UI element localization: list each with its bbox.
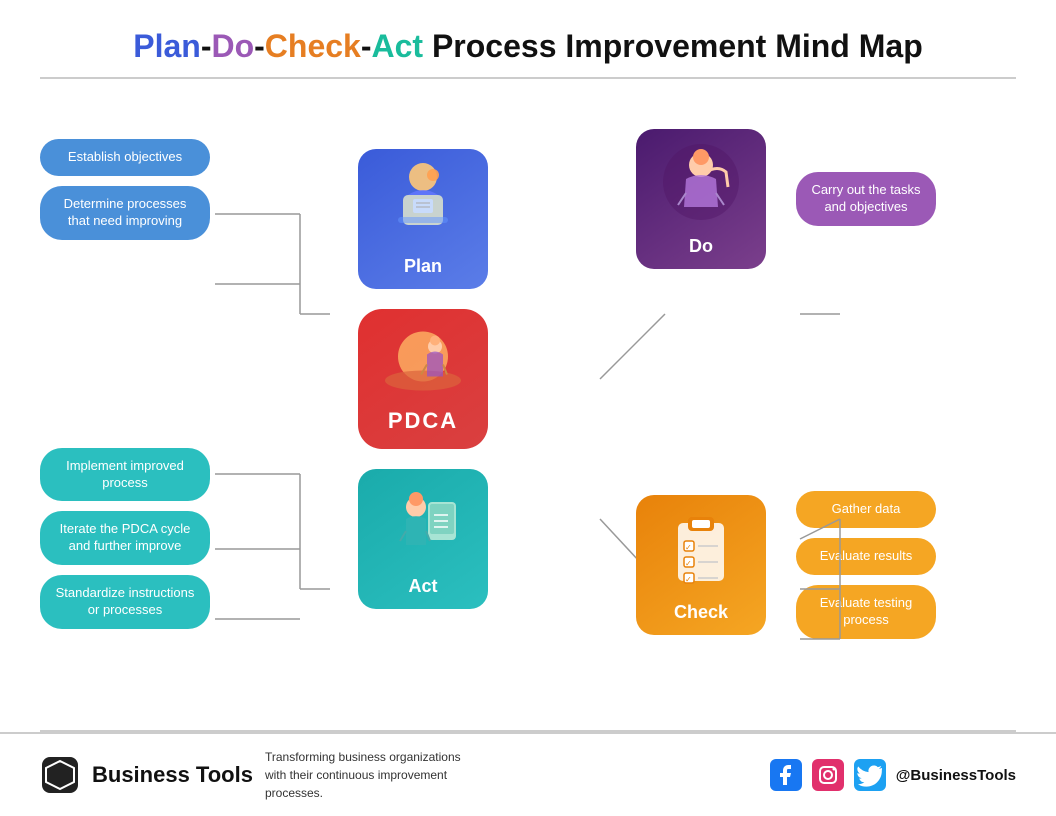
facebook-icon xyxy=(770,759,802,791)
act-nodes: Implement improved process Iterate the P… xyxy=(40,448,210,629)
instagram-icon xyxy=(812,759,844,791)
footer-tagline: Transforming business organizations with… xyxy=(265,748,485,802)
pdca-hub: PDCA xyxy=(358,309,488,449)
right-col: Do Carry out the tasks and objectives xyxy=(636,99,1016,659)
act-card: Act xyxy=(358,469,488,609)
check-illustration: ✓ ✓ ✓ xyxy=(656,503,746,593)
plan-nodes: Establish objectives Determine processes… xyxy=(40,139,210,240)
do-section: Do Carry out the tasks and objectives xyxy=(636,129,936,269)
twitter-icon xyxy=(854,759,886,791)
center-col: Plan PDCA xyxy=(313,149,533,609)
check-node-2: Evaluate results xyxy=(796,538,936,575)
title-plan: Plan xyxy=(133,28,201,64)
brand-name: Business Tools xyxy=(92,762,253,788)
plan-card: Plan xyxy=(358,149,488,289)
check-node-1: Gather data xyxy=(796,491,936,528)
svg-text:✓: ✓ xyxy=(685,543,692,552)
brand-logo-icon xyxy=(40,755,80,795)
page: Plan-Do-Check-Act Process Improvement Mi… xyxy=(0,0,1056,816)
svg-text:✓: ✓ xyxy=(685,575,692,584)
title-do: Do xyxy=(211,28,254,64)
do-card: Do xyxy=(636,129,766,269)
act-node-1: Implement improved process xyxy=(40,448,210,502)
header: Plan-Do-Check-Act Process Improvement Mi… xyxy=(0,0,1056,77)
act-illustration xyxy=(378,477,468,567)
plan-illustration xyxy=(378,157,468,247)
social-handle: @BusinessTools xyxy=(896,767,1016,784)
act-node-3: Standardize instructions or processes xyxy=(40,575,210,629)
footer-social: @BusinessTools xyxy=(770,759,1016,791)
do-node-1: Carry out the tasks and objectives xyxy=(796,172,936,226)
page-title: Plan-Do-Check-Act Process Improvement Mi… xyxy=(40,28,1016,65)
footer: Business Tools Transforming business org… xyxy=(0,732,1056,816)
title-check: Check xyxy=(265,28,361,64)
act-node-2: Iterate the PDCA cycle and further impro… xyxy=(40,511,210,565)
footer-brand-section: Business Tools Transforming business org… xyxy=(40,748,485,802)
title-suffix: Process Improvement Mind Map xyxy=(423,28,923,64)
check-section: ✓ ✓ ✓ Check Gather data xyxy=(636,491,936,639)
pdca-illustration xyxy=(383,324,463,399)
svg-text:✓: ✓ xyxy=(685,559,692,568)
check-node-3: Evaluate testing process xyxy=(796,585,936,639)
check-card: ✓ ✓ ✓ Check xyxy=(636,495,766,635)
diagram: Establish objectives Determine processes… xyxy=(0,79,1056,730)
plan-node-2: Determine processes that need improving xyxy=(40,186,210,240)
check-nodes: Gather data Evaluate results Evaluate te… xyxy=(796,491,936,639)
plan-node-1: Establish objectives xyxy=(40,139,210,176)
left-col: Establish objectives Determine processes… xyxy=(40,99,210,659)
do-illustration xyxy=(656,137,746,227)
diagram-inner: Establish objectives Determine processes… xyxy=(40,99,1016,659)
title-act: Act xyxy=(372,28,424,64)
do-nodes: Carry out the tasks and objectives xyxy=(796,172,936,226)
